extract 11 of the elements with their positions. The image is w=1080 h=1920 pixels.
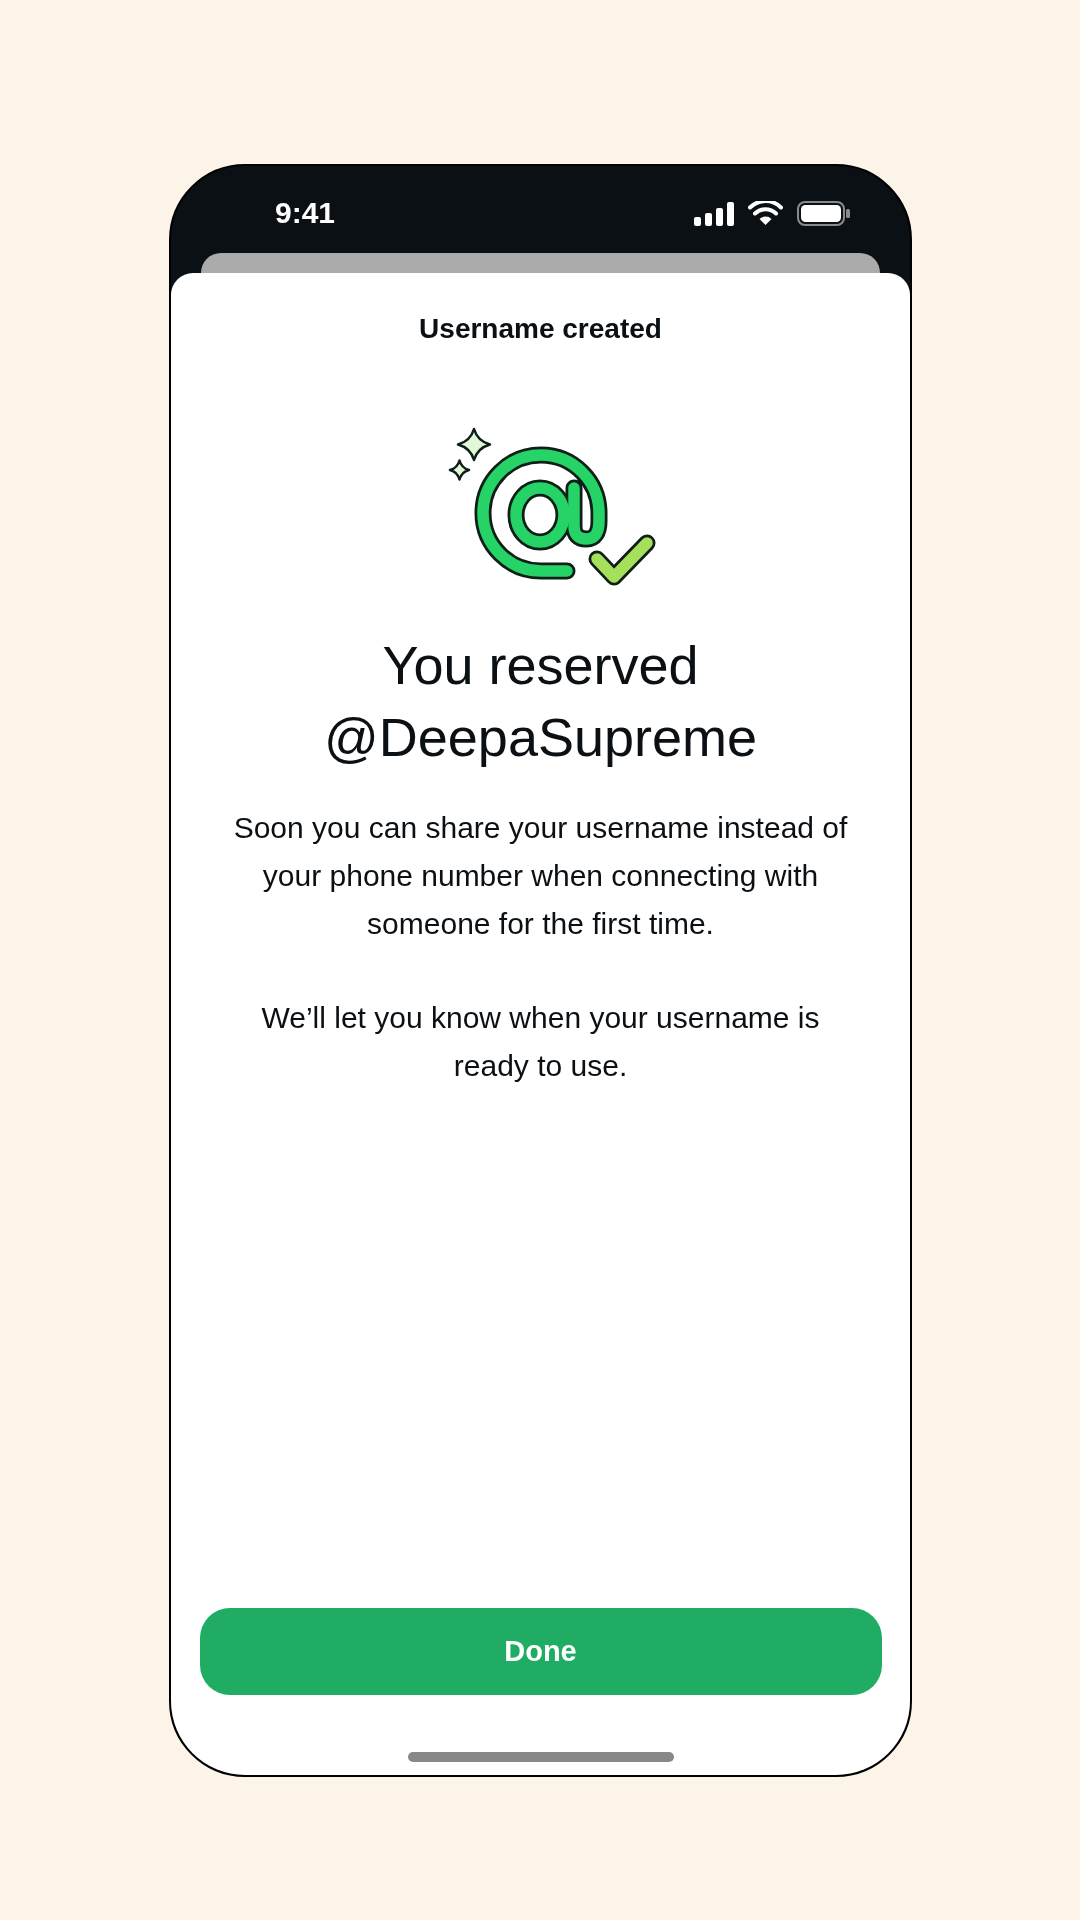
done-button[interactable]: Done	[199, 1608, 882, 1695]
signal-icon	[694, 201, 734, 226]
heading: You reserved @DeepaSupreme	[322, 634, 759, 769]
wifi-icon	[748, 201, 783, 226]
battery-icon	[797, 201, 850, 226]
sheet-title: Username created	[419, 313, 662, 345]
body-text: Soon you can share your username instead of your phone number when connecting with someone for the first time.	[232, 810, 849, 942]
body-text: We’ll let you know when your username is ready to use.	[260, 1000, 821, 1084]
at-sign-icon	[474, 446, 607, 580]
check-icon	[588, 534, 655, 586]
status-time: 9:41	[275, 197, 336, 229]
